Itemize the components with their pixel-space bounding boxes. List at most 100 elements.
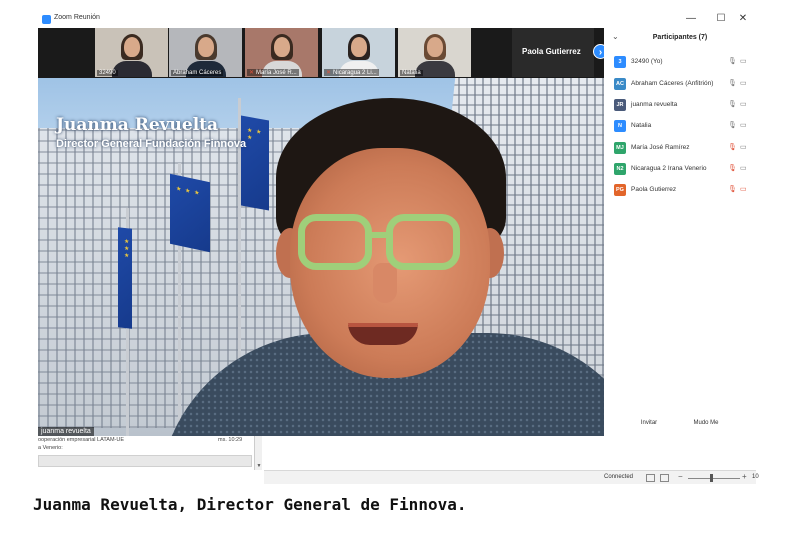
speaker-name-label: juanma revuelta xyxy=(38,427,94,436)
participant-thumbnail[interactable]: ✕ Nicaragua 2 Li... xyxy=(322,28,395,77)
thumbnail-name-text: Natalia xyxy=(402,70,421,76)
participants-panel: ⌄ Participantes (7) 3 32490 (Yo) 🎙 ▭ AC … xyxy=(604,28,756,436)
thumbnail-name-text: Abraham Cáceres xyxy=(173,70,222,76)
speaker-person xyxy=(158,98,604,436)
speaker-nose xyxy=(373,263,397,303)
mic-muted-icon[interactable]: 🎙 xyxy=(728,185,737,193)
chat-area: ooperación empresarial LATAM-UE ms. 10:2… xyxy=(38,436,264,470)
close-button[interactable]: ✕ xyxy=(736,12,750,26)
camera-icon[interactable]: ▭ xyxy=(740,164,747,172)
window-titlebar: Zoom Reunión — ☐ ✕ xyxy=(38,10,756,28)
camera-off-icon[interactable]: ▭ xyxy=(740,185,747,193)
participant-row[interactable]: JR juanma revuelta 🎙 ▭ xyxy=(614,98,750,114)
mic-icon[interactable]: 🎙 xyxy=(728,57,737,65)
participant-avatar: JR xyxy=(614,99,626,111)
participant-row[interactable]: 3 32490 (Yo) 🎙 ▭ xyxy=(614,55,750,71)
participant-avatar: AC xyxy=(614,78,626,90)
maximize-button[interactable]: ☐ xyxy=(714,12,728,26)
paola-gutierrez-tile[interactable]: Paola Gutierrez xyxy=(512,28,594,77)
zoom-level: 10 xyxy=(752,474,759,480)
zoom-out-button[interactable]: − xyxy=(678,472,683,481)
participant-row[interactable]: PG Paola Gutierrez 🎙 ▭ xyxy=(614,183,750,199)
participant-avatar: MJ xyxy=(614,142,626,154)
camera-icon[interactable]: ▭ xyxy=(740,100,747,108)
participant-name: 32490 (Yo) xyxy=(631,58,663,65)
participant-name: Natalia xyxy=(631,122,652,129)
invite-button[interactable]: Invitar xyxy=(632,416,666,430)
glasses-bridge xyxy=(370,232,388,238)
thumbnail-name-text: Nicaragua 2 Li... xyxy=(333,70,377,76)
participant-name: Abraham Cáceres (Anfitrión) xyxy=(631,80,714,87)
eu-flag xyxy=(118,227,132,329)
thumbnail-name: 32490 xyxy=(97,70,118,76)
zoom-slider-thumb[interactable] xyxy=(710,474,713,482)
camera-icon[interactable]: ▭ xyxy=(740,79,747,87)
participant-name: Paola Gutierrez xyxy=(631,186,677,193)
mic-muted-icon: ✕ xyxy=(326,70,332,76)
participant-name: juanma revuelta xyxy=(631,101,678,108)
participant-row[interactable]: AC Abraham Cáceres (Anfitrión) 🎙 ▭ xyxy=(614,77,750,93)
normal-view-icon[interactable] xyxy=(646,474,655,482)
participant-row[interactable]: MJ María José Ramírez 🎙 ▭ xyxy=(614,141,750,157)
connection-status: Connected xyxy=(604,474,634,480)
participant-row[interactable]: N Natalia 🎙 ▭ xyxy=(614,119,750,135)
mic-muted-icon: ✕ xyxy=(249,70,255,76)
chat-scrollbar[interactable]: ▼ xyxy=(254,436,262,470)
thumbnail-name: ✕ Nicaragua 2 Li... xyxy=(324,69,379,76)
thumbnail-name: Natalia xyxy=(400,70,423,76)
scroll-down-arrow-icon[interactable]: ▼ xyxy=(255,462,263,470)
participant-thumbnail[interactable]: Natalia xyxy=(398,28,471,77)
mute-me-button[interactable]: Mudo Me xyxy=(688,416,724,430)
participant-thumbnail[interactable]: ✕ María José R... xyxy=(245,28,318,77)
eu-flag xyxy=(170,173,210,253)
camera-icon[interactable]: ▭ xyxy=(740,143,747,151)
zoom-app-icon xyxy=(42,15,51,24)
mic-muted-icon[interactable]: 🎙 xyxy=(728,164,737,172)
participant-avatar: N2 xyxy=(614,163,626,175)
lower-third-title: Director General Fundación Finnova xyxy=(56,138,247,150)
participant-row[interactable]: N2 Nicaragua 2 Irana Venerio 🎙 ▭ xyxy=(614,162,750,178)
participant-avatar: PG xyxy=(614,184,626,196)
window-title: Zoom Reunión xyxy=(54,14,100,21)
participant-face xyxy=(273,37,290,57)
mic-icon[interactable]: 🎙 xyxy=(728,79,737,87)
reading-view-icon[interactable] xyxy=(660,474,669,482)
participant-face xyxy=(426,37,443,57)
mic-icon[interactable]: 🎙 xyxy=(728,100,737,108)
participant-name: Nicaragua 2 Irana Venerio xyxy=(631,165,707,172)
participants-title: Participantes (7) xyxy=(652,34,708,41)
glasses-lens xyxy=(298,214,372,270)
participant-face xyxy=(350,37,367,57)
zoom-slider-track[interactable] xyxy=(688,478,740,479)
speaker-mouth xyxy=(348,323,418,345)
video-thumbnail-strip: 32490 Abraham Cáceres ✕ María José R... ✕… xyxy=(38,28,608,78)
lower-third-overlay: Juanma Revuelta Director General Fundaci… xyxy=(56,115,246,150)
participant-face xyxy=(197,37,214,57)
participant-face xyxy=(123,37,140,57)
participant-avatar: 3 xyxy=(614,56,626,68)
chat-timestamp: ms. 10:29 xyxy=(218,437,243,443)
thumbnail-name-text: 32490 xyxy=(99,70,116,76)
minimize-button[interactable]: — xyxy=(684,12,698,26)
zoom-in-button[interactable]: + xyxy=(742,472,747,481)
participant-thumbnail[interactable]: Abraham Cáceres xyxy=(169,28,242,77)
camera-icon[interactable]: ▭ xyxy=(740,57,747,65)
tile-name: Paola Gutierrez xyxy=(522,47,581,56)
glasses-lens xyxy=(386,214,460,270)
photo-caption: Juanma Revuelta, Director General de Fin… xyxy=(33,495,467,514)
main-speaker-video: Juanma Revuelta Director General Fundaci… xyxy=(38,78,604,436)
participants-header: ⌄ Participantes (7) xyxy=(604,28,756,48)
chat-message: a Venerio: xyxy=(38,445,63,451)
participant-name: María José Ramírez xyxy=(631,144,690,151)
chat-input[interactable] xyxy=(38,455,252,467)
status-bar: Connected − + 10 xyxy=(264,470,759,484)
participant-avatar: N xyxy=(614,120,626,132)
lower-third-name: Juanma Revuelta xyxy=(56,115,219,135)
mic-muted-icon[interactable]: 🎙 xyxy=(728,143,737,151)
mic-icon[interactable]: 🎙 xyxy=(728,121,737,129)
participant-thumbnail[interactable]: 32490 xyxy=(95,28,168,77)
thumbnail-name: ✕ María José R... xyxy=(247,69,299,76)
chat-message: ooperación empresarial LATAM-UE xyxy=(38,437,124,443)
camera-icon[interactable]: ▭ xyxy=(740,121,747,129)
thumbnail-name-text: María José R... xyxy=(256,70,297,76)
